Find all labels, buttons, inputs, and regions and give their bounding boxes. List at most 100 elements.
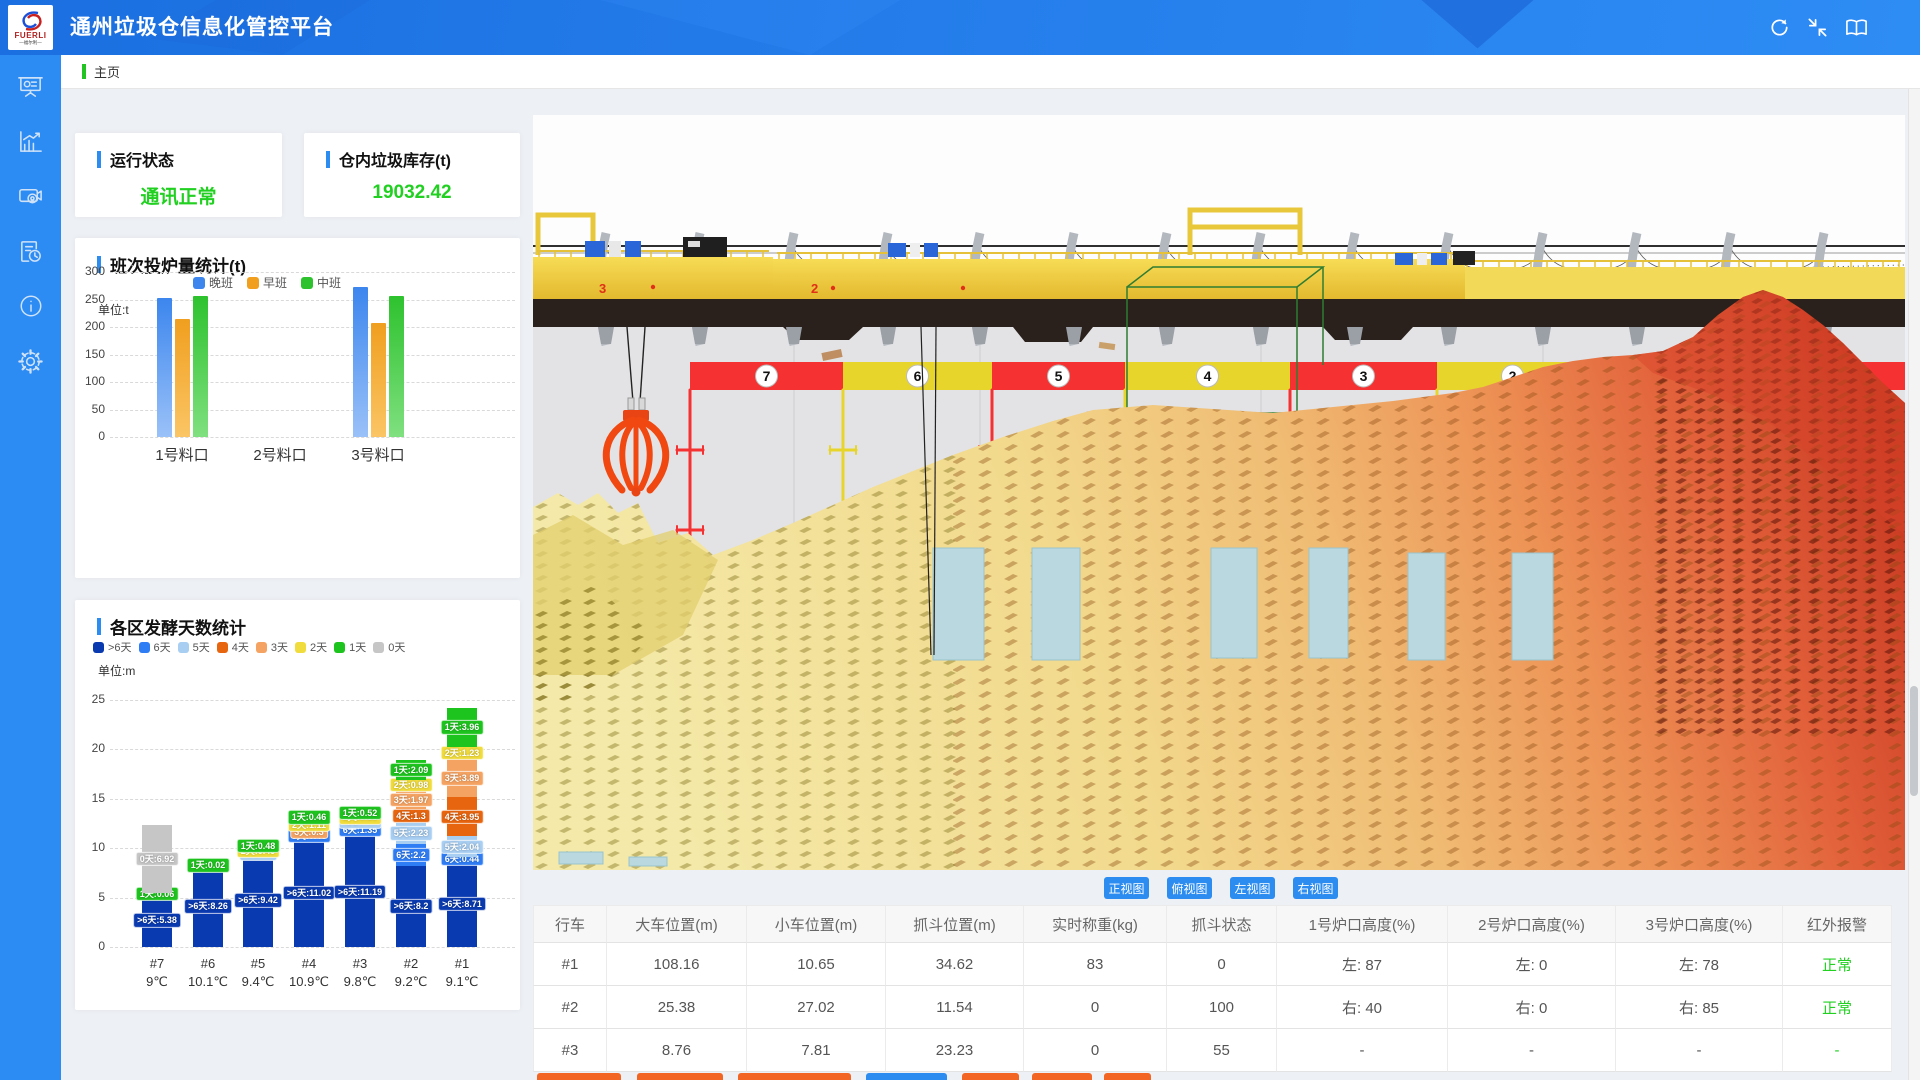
table-cell: #1 bbox=[533, 943, 607, 986]
chart2-plot: 0510152025>6天:5.381天:0.060天:6.92#79℃>6天:… bbox=[75, 600, 520, 1010]
table-cell: 23.23 bbox=[886, 1029, 1024, 1072]
scrollbar-thumb[interactable] bbox=[1910, 686, 1918, 796]
bottom-action-button-4[interactable] bbox=[866, 1073, 947, 1080]
run-status-card: 运行状态 通讯正常 bbox=[75, 133, 282, 217]
table-cell: 83 bbox=[1024, 943, 1167, 986]
exit-fullscreen-icon[interactable] bbox=[1806, 16, 1829, 39]
table-cell: 右: 40 bbox=[1277, 986, 1448, 1029]
y-tick-label: 20 bbox=[77, 741, 105, 755]
bar-中班-3号料口 bbox=[389, 296, 404, 437]
view-button-2[interactable]: 俯视图 bbox=[1167, 877, 1212, 899]
bottom-action-button-3[interactable] bbox=[738, 1073, 851, 1080]
breadcrumb-home[interactable]: 主页 bbox=[94, 62, 120, 81]
segment-value-label: >6天:5.38 bbox=[133, 913, 181, 927]
logo-subtext: —福尔利— bbox=[19, 40, 42, 45]
y-tick-label: 150 bbox=[77, 347, 105, 361]
y-tick-label: 0 bbox=[77, 939, 105, 953]
x-category-label: 2号料口 bbox=[235, 444, 325, 465]
chart1-plot: 0501001502002503001号料口2号料口3号料口 bbox=[75, 238, 520, 578]
refresh-icon[interactable] bbox=[1768, 16, 1791, 39]
manual-book-icon[interactable] bbox=[1844, 16, 1869, 39]
segment-value-label: 1天:3.96 bbox=[441, 720, 484, 734]
inventory-card: 仓内垃圾库存(t) 19032.42 bbox=[304, 133, 520, 217]
recorder-device-icon bbox=[17, 183, 44, 210]
segment-value-label: 3天:3.89 bbox=[441, 771, 484, 785]
segment-value-label: >6天:11.02 bbox=[283, 885, 335, 899]
page-title: 通州垃圾仓信息化管控平台 bbox=[70, 0, 334, 55]
table-header-row: 行车大车位置(m)小车位置(m)抓斗位置(m)实时称重(kg)抓斗状态1号炉口高… bbox=[533, 905, 1892, 943]
y-tick-label: 25 bbox=[77, 692, 105, 706]
bay-number-label: 3 bbox=[1360, 368, 1368, 384]
table-header-cell: 2号炉口高度(%) bbox=[1448, 905, 1616, 943]
table-cell: 55 bbox=[1167, 1029, 1277, 1072]
gridline bbox=[110, 700, 515, 701]
segment-value-label: 1天:0.48 bbox=[237, 839, 280, 853]
sidebar-item-info[interactable] bbox=[11, 291, 51, 321]
segment-value-label: 0天:6.92 bbox=[136, 852, 179, 866]
segment-value-label: >6天:9.42 bbox=[234, 893, 282, 907]
y-tick-label: 250 bbox=[77, 292, 105, 306]
segment-value-label: 6天:2.2 bbox=[392, 848, 430, 862]
inventory-title: 仓内垃圾库存(t) bbox=[339, 147, 451, 171]
segment-value-label: 1天:0.46 bbox=[288, 810, 331, 824]
segment-value-label: 4天:1.3 bbox=[392, 809, 430, 823]
category-id: #1 bbox=[432, 955, 492, 973]
table-cell: 25.38 bbox=[607, 986, 747, 1029]
segment-value-label: 1天:0.02 bbox=[187, 858, 230, 872]
y-tick-label: 15 bbox=[77, 791, 105, 805]
sidebar-item-dashboard[interactable] bbox=[11, 71, 51, 101]
table-cell: 10.65 bbox=[747, 943, 886, 986]
warehouse-3d-view[interactable]: 3 2 7654321 bbox=[533, 115, 1905, 870]
document-clock-icon bbox=[17, 238, 44, 265]
segment-value-label: 4天:3.95 bbox=[441, 810, 484, 824]
bar-早班-3号料口 bbox=[371, 323, 386, 437]
segment-value-label: 5天:2.23 bbox=[390, 826, 433, 840]
sidebar-item-reports[interactable] bbox=[11, 236, 51, 266]
presentation-board-icon bbox=[17, 73, 44, 100]
view-button-4[interactable]: 右视图 bbox=[1293, 877, 1338, 899]
table-header-cell: 抓斗状态 bbox=[1167, 905, 1277, 943]
view-button-1[interactable]: 正视图 bbox=[1104, 877, 1149, 899]
sidebar-item-records[interactable] bbox=[11, 181, 51, 211]
bottom-action-button-6[interactable] bbox=[1032, 1073, 1092, 1080]
table-cell: - bbox=[1448, 1029, 1616, 1072]
y-tick-label: 200 bbox=[77, 319, 105, 333]
table-cell: #2 bbox=[533, 986, 607, 1029]
bottom-action-button-7[interactable] bbox=[1104, 1073, 1151, 1080]
bottom-action-button-1[interactable] bbox=[537, 1073, 621, 1080]
table-header-cell: 抓斗位置(m) bbox=[886, 905, 1024, 943]
svg-text:2: 2 bbox=[811, 281, 818, 296]
logo-text: FUERLI bbox=[15, 32, 47, 40]
segment-value-label: 2天:1.23 bbox=[441, 746, 484, 760]
scrollbar-track[interactable] bbox=[1908, 55, 1920, 1080]
view-button-3[interactable]: 左视图 bbox=[1230, 877, 1275, 899]
y-tick-label: 50 bbox=[77, 402, 105, 416]
table-cell: 正常 bbox=[1783, 986, 1892, 1029]
bay-number-label: 4 bbox=[1204, 368, 1212, 384]
title-accent bbox=[326, 151, 330, 168]
sidebar-item-statistics[interactable] bbox=[11, 126, 51, 156]
bottom-action-button-2[interactable] bbox=[637, 1073, 723, 1080]
title-accent bbox=[97, 151, 101, 168]
table-header-cell: 3号炉口高度(%) bbox=[1616, 905, 1783, 943]
gridline bbox=[110, 272, 515, 273]
table-header-cell: 实时称重(kg) bbox=[1024, 905, 1167, 943]
table-header-cell: 红外报警 bbox=[1783, 905, 1892, 943]
table-cell: 0 bbox=[1024, 986, 1167, 1029]
shift-furnace-chart-card: 班次投炉量统计(t) 晚班早班中班 单位:t 05010015020025030… bbox=[75, 238, 520, 578]
table-cell: 108.16 bbox=[607, 943, 747, 986]
table-cell: #3 bbox=[533, 1029, 607, 1072]
x-category-label: 3号料口 bbox=[333, 444, 423, 465]
logo-swoosh-icon bbox=[18, 10, 44, 32]
table-row: #225.3827.0211.540100右: 40右: 0右: 85正常 bbox=[533, 986, 1892, 1029]
info-icon bbox=[18, 293, 44, 319]
chart-trend-icon bbox=[17, 128, 44, 155]
gridline bbox=[110, 437, 515, 438]
breadcrumb-accent bbox=[82, 64, 86, 79]
bottom-action-button-5[interactable] bbox=[962, 1073, 1019, 1080]
segment-value-label: >6天:8.2 bbox=[390, 899, 433, 913]
sidebar-item-settings[interactable] bbox=[11, 346, 51, 376]
table-cell: 右: 0 bbox=[1448, 986, 1616, 1029]
segment-value-label: 1天:2.09 bbox=[390, 763, 433, 777]
x-category-label: #19.1℃ bbox=[432, 955, 492, 990]
